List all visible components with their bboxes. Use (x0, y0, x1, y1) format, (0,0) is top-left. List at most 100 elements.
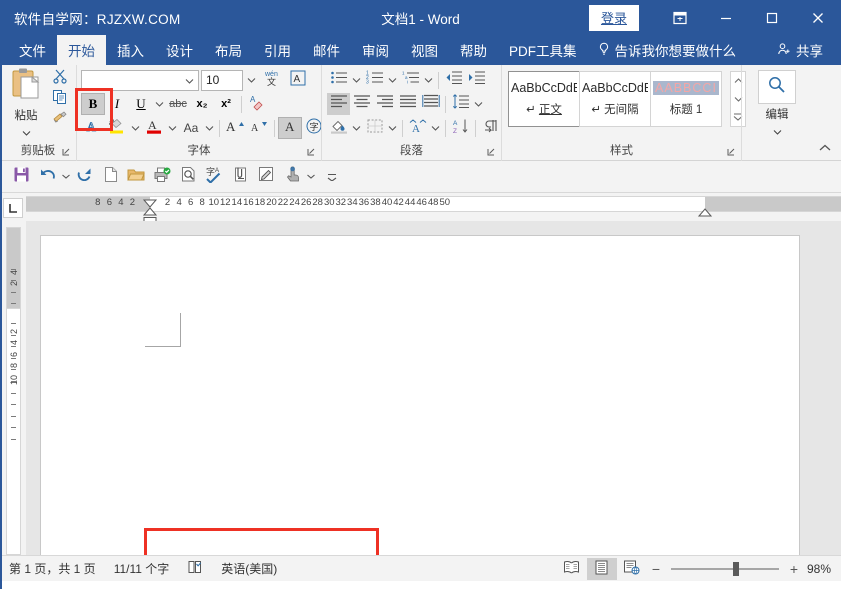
font-color-button[interactable]: A (142, 117, 166, 139)
bullet-list-button[interactable] (327, 69, 350, 91)
tab-stop-selector[interactable] (0, 193, 26, 221)
zoom-out-button[interactable]: − (647, 561, 665, 577)
font-name-chevron-down-icon[interactable] (185, 73, 194, 87)
tab-layout[interactable]: 布局 (204, 35, 253, 65)
tab-home[interactable]: 开始 (57, 35, 106, 65)
shrink-font-button[interactable]: A (247, 117, 271, 139)
print-preview-button[interactable] (175, 164, 201, 190)
language-status[interactable]: 英语(美国) (212, 560, 286, 577)
styles-dialog-launcher-icon[interactable] (726, 147, 737, 158)
copy-button[interactable] (46, 89, 74, 110)
superscript-button[interactable]: x² (214, 93, 238, 115)
page-number-status[interactable]: 第 1 页，共 1 页 (0, 560, 105, 577)
style-item-normal[interactable]: AaBbCcDdE ↵ 正文 (508, 71, 580, 127)
right-indent-marker[interactable] (697, 204, 713, 222)
asian-layout-chevron-down-icon[interactable] (429, 117, 442, 139)
decrease-indent-button[interactable] (442, 69, 465, 91)
show-paragraph-marks-button[interactable] (479, 117, 502, 139)
editing-button[interactable]: 编辑 (754, 70, 800, 140)
cut-button[interactable] (46, 68, 74, 89)
underline-button[interactable]: U (129, 93, 153, 115)
text-highlight-button[interactable]: ab (105, 117, 129, 139)
text-effects-button[interactable]: A (81, 117, 105, 139)
numbering-chevron-down-icon[interactable] (386, 69, 399, 91)
tab-help[interactable]: 帮助 (449, 35, 498, 65)
editing-chevron-down-icon[interactable] (773, 122, 782, 140)
italic-button[interactable]: I (105, 93, 129, 115)
sort-button[interactable]: AZ (449, 117, 472, 139)
line-spacing-chevron-down-icon[interactable] (472, 93, 485, 115)
grow-font-button[interactable]: A (223, 117, 247, 139)
zoom-slider[interactable] (670, 559, 779, 579)
customize-qat-icon[interactable] (326, 164, 337, 190)
font-dialog-launcher-icon[interactable] (306, 147, 317, 158)
read-mode-button[interactable] (557, 558, 587, 580)
tab-mailings[interactable]: 邮件 (302, 35, 351, 65)
undo-chevron-down-icon[interactable] (60, 164, 71, 190)
align-right-button[interactable] (373, 93, 396, 115)
shading-button[interactable] (327, 117, 350, 139)
tab-insert[interactable]: 插入 (106, 35, 155, 65)
touch-mode-chevron-down-icon[interactable] (305, 164, 316, 190)
open-button[interactable] (123, 164, 149, 190)
spelling-grammar-button[interactable]: 字A (201, 164, 227, 190)
email-button[interactable] (227, 164, 253, 190)
style-item-heading-1[interactable]: AABBCCI 标题 1 (650, 71, 722, 127)
change-case-chevron-down-icon[interactable] (203, 117, 216, 139)
font-size-chevron-down-icon[interactable] (245, 69, 258, 91)
web-layout-button[interactable] (617, 558, 647, 580)
align-center-button[interactable] (350, 93, 373, 115)
word-count-status[interactable]: 11/11 个字 (105, 560, 179, 577)
shading-chevron-down-icon[interactable] (350, 117, 363, 139)
vertical-ruler[interactable]: 4 2 2 4 6 8 10 (0, 221, 26, 555)
minimize-icon[interactable] (703, 0, 749, 35)
zoom-level-label[interactable]: 98% (803, 562, 841, 576)
ribbon-display-options-icon[interactable] (657, 0, 703, 35)
align-left-button[interactable] (327, 93, 350, 115)
document-page[interactable] (40, 235, 800, 555)
paste-dropdown-icon[interactable] (22, 123, 31, 141)
paragraph-dialog-launcher-icon[interactable] (486, 147, 497, 158)
strikethrough-button[interactable]: abc (166, 93, 190, 115)
bullets-chevron-down-icon[interactable] (350, 69, 363, 91)
multilevel-chevron-down-icon[interactable] (422, 69, 435, 91)
character-shading-button[interactable]: A (278, 117, 302, 139)
document-canvas[interactable]: word 文档字体无限加粗加大 (26, 221, 841, 555)
font-size-combobox[interactable]: 10 (201, 69, 243, 91)
increase-indent-button[interactable] (465, 69, 488, 91)
tab-design[interactable]: 设计 (155, 35, 204, 65)
proofing-status[interactable] (178, 560, 212, 577)
zoom-slider-thumb[interactable] (732, 561, 739, 576)
save-button[interactable] (8, 164, 34, 190)
asian-layout-button[interactable]: A (406, 117, 429, 139)
highlight-chevron-down-icon[interactable] (129, 117, 142, 139)
collapse-ribbon-icon[interactable] (817, 140, 833, 156)
subscript-button[interactable]: x₂ (190, 93, 214, 115)
bold-button[interactable]: B (81, 93, 105, 115)
maximize-icon[interactable] (749, 0, 795, 35)
horizontal-ruler[interactable]: 8 6 4 2 2 4 6 8 10 12 14 16 18 20 22 24 26 28 30 32 34 36 38 40… (26, 193, 841, 224)
style-item-no-spacing[interactable]: AaBbCcDdE ↵ 无间隔 (579, 71, 651, 127)
phonetic-guide-button[interactable]: wén 文 (260, 69, 284, 91)
distribute-button[interactable] (419, 93, 442, 115)
line-spacing-button[interactable] (449, 93, 472, 115)
redo-button[interactable] (71, 164, 97, 190)
tab-review[interactable]: 审阅 (351, 35, 400, 65)
paste-button[interactable]: 粘贴 (4, 67, 48, 136)
underline-chevron-down-icon[interactable] (153, 93, 166, 115)
font-color-chevron-down-icon[interactable] (166, 117, 179, 139)
clipboard-dialog-launcher-icon[interactable] (61, 147, 72, 158)
undo-button[interactable] (34, 164, 60, 190)
change-case-button[interactable]: Aa (179, 117, 203, 139)
clear-formatting-button[interactable]: A (245, 93, 269, 115)
sign-in-button[interactable]: 登录 (588, 4, 639, 31)
tell-me-box[interactable]: 告诉我你想要做什么 (588, 35, 747, 65)
borders-chevron-down-icon[interactable] (386, 117, 399, 139)
zoom-in-button[interactable]: + (785, 561, 803, 577)
tab-view[interactable]: 视图 (400, 35, 449, 65)
tab-references[interactable]: 引用 (253, 35, 302, 65)
tab-pdf-tools[interactable]: PDF工具集 (498, 35, 588, 65)
format-painter-button[interactable] (46, 110, 74, 131)
print-layout-button[interactable] (586, 557, 617, 580)
quick-print-button[interactable] (149, 164, 175, 190)
